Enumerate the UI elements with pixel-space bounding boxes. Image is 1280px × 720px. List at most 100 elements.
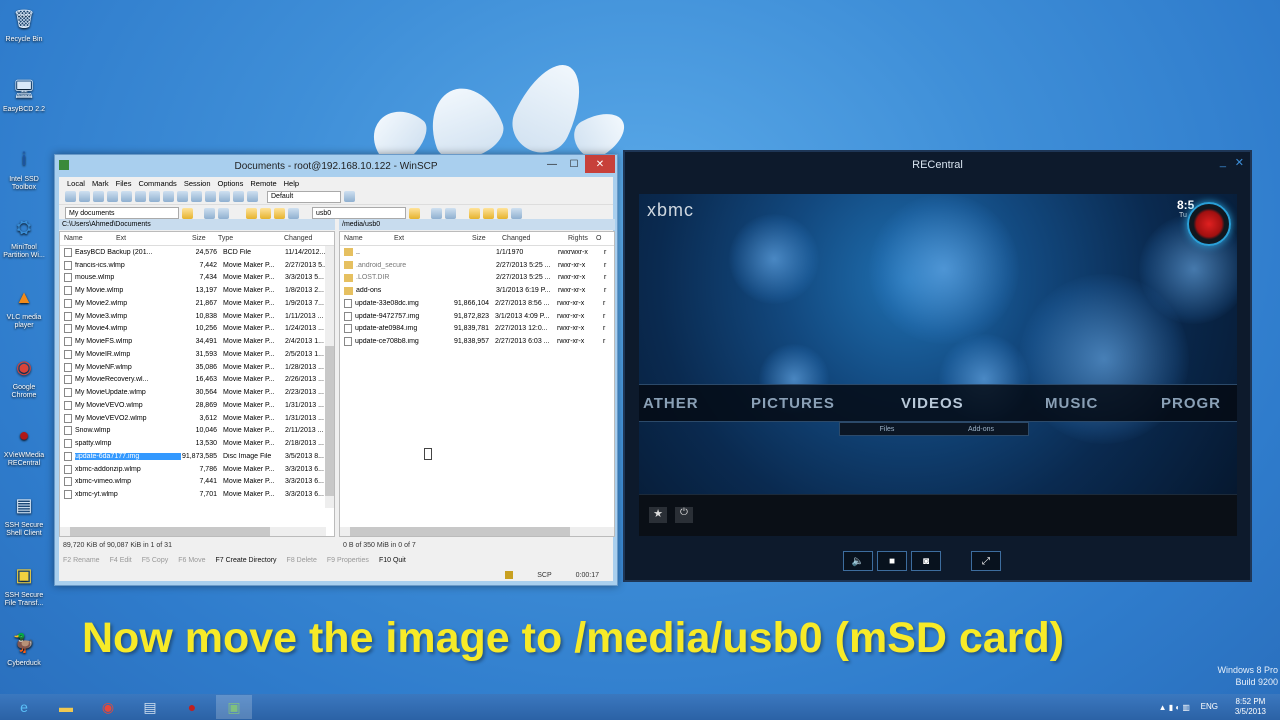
fkey-button[interactable]: F4 Edit — [110, 557, 132, 564]
terminal-icon[interactable] — [149, 191, 160, 202]
local-location-select[interactable]: My documents — [65, 207, 179, 219]
desktop-icon[interactable]: 🗑 Recycle Bin — [2, 4, 46, 44]
local-vertical-scrollbar[interactable] — [325, 246, 334, 508]
winscp-titlebar[interactable]: Documents - root@192.168.10.122 - WinSCP… — [55, 155, 617, 177]
table-row[interactable]: add-ons 3/1/2013 6:19 P... rwxr-xr-x r — [340, 284, 614, 297]
table-row[interactable]: .. 1/1/1970 rwxrwxr-x r — [340, 246, 614, 259]
synchronize-icon[interactable] — [93, 191, 104, 202]
table-row[interactable]: update-33e08dc.img 91,866,104 2/27/2013 8:… — [340, 297, 614, 310]
winscp-taskbar-icon[interactable]: ▣ — [216, 695, 252, 719]
desktop-icon[interactable]: ▣ SSH Secure File Transf... — [2, 560, 46, 608]
column-header[interactable]: Size — [468, 235, 498, 242]
desktop-icon[interactable]: 🖥 EasyBCD 2.2 — [2, 74, 46, 114]
table-row[interactable]: My MovieFS.wlmp 34,491 Movie Maker P... 2/4… — [60, 335, 334, 348]
remote-back-icon[interactable] — [431, 207, 442, 219]
table-row[interactable]: update-9472757.img 91,872,823 3/1/2013 4:0… — [340, 310, 614, 323]
menu-item[interactable]: Options — [218, 179, 244, 188]
record-button[interactable] — [1187, 202, 1231, 246]
minimize-button[interactable]: _ — [1220, 156, 1226, 168]
mute-button[interactable]: 🔈 — [843, 551, 873, 571]
desktop-icon[interactable]: ▤ SSH Secure Shell Client — [2, 490, 46, 538]
table-row[interactable]: My MovieRecovery.wl... 16,463 Movie Maker … — [60, 374, 334, 387]
file-explorer-icon[interactable]: ▬ — [48, 695, 84, 719]
table-row[interactable]: My MovieNF.wlmp 35,086 Movie Maker P... 1/2… — [60, 361, 334, 374]
fkey-button[interactable]: F9 Properties — [327, 557, 369, 564]
menu-item[interactable]: Files — [116, 179, 132, 188]
remote-root-icon[interactable] — [483, 207, 494, 219]
fkey-button[interactable]: F7 Create Directory — [215, 557, 276, 564]
menu-item[interactable]: Remote — [250, 179, 276, 188]
table-row[interactable]: My Movie.wlmp 13,197 Movie Maker P... 1/8/2… — [60, 284, 334, 297]
local-open-folder-icon[interactable] — [182, 207, 193, 219]
table-row[interactable]: My MovieVEVO.wlmp 28,869 Movie Maker P... 1… — [60, 399, 334, 412]
table-row[interactable]: update-ce708b8.img 91,838,957 2/27/2013 6:… — [340, 335, 614, 348]
remote-refresh-icon[interactable] — [511, 207, 522, 219]
column-header[interactable]: Ext — [390, 235, 468, 242]
remote-file-panel[interactable]: Name Ext Size Changed Rights O .. 1/1/1970 rwxr… — [339, 231, 615, 537]
filter-icon[interactable] — [219, 191, 230, 202]
transfer-settings-icon[interactable] — [344, 191, 355, 202]
recentral-icon[interactable]: ● — [174, 695, 210, 719]
table-row[interactable]: xbmc-yt.wlmp 7,701 Movie Maker P... 3/3/201… — [60, 488, 334, 501]
select-icon[interactable] — [233, 191, 244, 202]
fkey-button[interactable]: F10 Quit — [379, 557, 406, 564]
table-row[interactable]: My Movie4.wlmp 10,256 Movie Maker P... 1/24… — [60, 323, 334, 336]
remote-open-folder-icon[interactable] — [409, 207, 420, 219]
close-button[interactable]: ✕ — [1235, 156, 1244, 169]
desktop-icon[interactable]: ● XVieWMedia RECentral — [2, 420, 46, 468]
desktop-icon[interactable]: 🦆 Cyberduck — [2, 628, 46, 668]
power-icon[interactable]: ⏻ — [675, 507, 693, 523]
system-clock[interactable]: 8:52 PM 3/5/2013 — [1235, 697, 1266, 717]
local-forward-icon[interactable] — [218, 207, 229, 219]
menu-item[interactable]: Local — [67, 179, 85, 188]
table-row[interactable]: .LOST.DIR 2/27/2013 5:25 ... rwxr-xr-x r — [340, 272, 614, 285]
menu-item[interactable]: Mark — [92, 179, 109, 188]
column-header[interactable]: O — [592, 235, 602, 242]
table-row[interactable]: .android_secure 2/27/2013 5:25 ... rwxr-xr… — [340, 259, 614, 272]
table-row[interactable]: Snow.wlmp 10,046 Movie Maker P... 2/11/2013… — [60, 425, 334, 438]
table-row[interactable]: My MovieIR.wlmp 31,593 Movie Maker P... 2/5… — [60, 348, 334, 361]
fkey-button[interactable]: F8 Delete — [287, 557, 317, 564]
table-row[interactable]: My Movie2.wlmp 21,867 Movie Maker P... 1/9/… — [60, 297, 334, 310]
table-row[interactable]: My Movie3.wlmp 10,838 Movie Maker P... 1/11… — [60, 310, 334, 323]
desktop-icon[interactable]: i Intel SSD Toolbox — [2, 144, 46, 192]
local-refresh-icon[interactable] — [288, 207, 299, 219]
recentral-titlebar[interactable]: RECentral _ ✕ — [625, 152, 1250, 178]
refresh-icon[interactable] — [135, 191, 146, 202]
table-row[interactable]: francis-ics.wlmp 7,442 Movie Maker P... 2/2… — [60, 259, 334, 272]
table-row[interactable]: update-6da7177.img 91,873,585 Disc Image F… — [60, 450, 334, 463]
transfer-profile-select[interactable]: Default — [267, 190, 341, 203]
favourites-icon[interactable]: ★ — [649, 507, 667, 523]
maximize-button[interactable]: ☐ — [563, 155, 585, 173]
fullscreen-button[interactable]: ⤢ — [971, 551, 1001, 571]
internet-explorer-icon[interactable]: e — [6, 695, 42, 719]
table-row[interactable]: mouse.wlmp 7,434 Movie Maker P... 3/3/2013 … — [60, 272, 334, 285]
new-session-icon[interactable] — [177, 191, 188, 202]
remote-location-select[interactable]: usb0 — [312, 207, 406, 219]
queue-icon[interactable] — [121, 191, 132, 202]
minimize-button[interactable]: — — [541, 155, 563, 173]
table-row[interactable]: My MovieVEVO2.wlmp 3,612 Movie Maker P... 1… — [60, 412, 334, 425]
column-header[interactable]: Name — [340, 235, 390, 242]
table-row[interactable]: xbmc-vimeo.wlmp 7,441 Movie Maker P... 3/3/… — [60, 476, 334, 489]
local-back-icon[interactable] — [204, 207, 215, 219]
table-row[interactable]: xbmc-addonzip.wlmp 7,786 Movie Maker P... 3… — [60, 463, 334, 476]
compare-icon[interactable] — [107, 191, 118, 202]
remote-horizontal-scrollbar[interactable] — [340, 527, 614, 536]
view-icon[interactable] — [205, 191, 216, 202]
local-root-icon[interactable] — [260, 207, 271, 219]
local-home-icon[interactable] — [274, 207, 285, 219]
column-header[interactable]: Rights — [564, 235, 592, 242]
menu-item[interactable]: Commands — [138, 179, 176, 188]
ssh-client-icon[interactable]: ▤ — [132, 695, 168, 719]
menu-item[interactable]: Session — [184, 179, 211, 188]
chrome-icon[interactable]: ◉ — [90, 695, 126, 719]
fkey-button[interactable]: F6 Move — [178, 557, 205, 564]
local-horizontal-scrollbar[interactable] — [60, 527, 326, 536]
table-row[interactable]: EasyBCD Backup (201... 24,576 BCD File 11/1… — [60, 246, 334, 259]
desktop-icon[interactable]: ◉ Google Chrome — [2, 352, 46, 400]
recentral-window[interactable]: RECentral _ ✕ xbmc 8:5 Tu ATHER PICTURES V… — [623, 150, 1252, 582]
column-header[interactable]: Changed — [280, 235, 330, 242]
table-row[interactable]: spatty.wlmp 13,530 Movie Maker P... 2/18/20… — [60, 437, 334, 450]
desktop-icon[interactable]: ⛭ MiniTool Partition Wi... — [2, 212, 46, 260]
